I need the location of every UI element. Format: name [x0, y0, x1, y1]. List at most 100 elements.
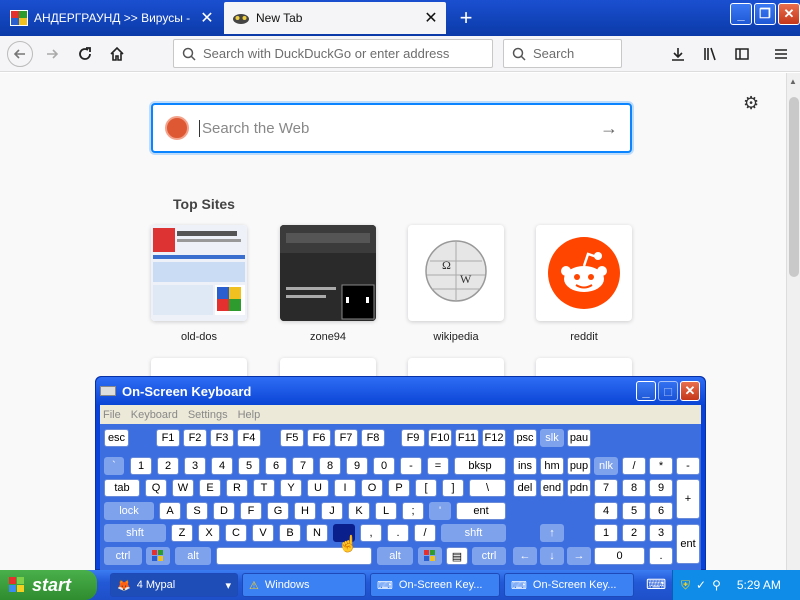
- top-site-zone94[interactable]: zone94: [280, 225, 376, 343]
- key-f12[interactable]: F12: [482, 429, 506, 447]
- key-kp-4[interactable]: 4: [594, 502, 618, 520]
- key-f5[interactable]: F5: [280, 429, 304, 447]
- key-kp-5[interactable]: 5: [622, 502, 646, 520]
- key-kp-9[interactable]: 9: [649, 479, 673, 497]
- osk-close-button[interactable]: ✕: [680, 381, 700, 401]
- key-backslash[interactable]: \: [469, 479, 506, 497]
- scroll-thumb[interactable]: [789, 97, 799, 277]
- key-kp-dot[interactable]: .: [649, 547, 673, 565]
- key-hm[interactable]: hm: [540, 457, 564, 475]
- key-right-ctrl[interactable]: ctrl: [472, 547, 506, 565]
- key-quote[interactable]: ': [429, 502, 451, 520]
- restore-button[interactable]: ❐: [754, 3, 776, 25]
- key-a[interactable]: A: [159, 502, 181, 520]
- key-kp-slash[interactable]: /: [622, 457, 646, 475]
- key-j[interactable]: J: [321, 502, 343, 520]
- security-shield-icon[interactable]: ⛨: [681, 578, 690, 593]
- key-3[interactable]: 3: [184, 457, 206, 475]
- close-tab-icon[interactable]: ✕: [424, 8, 438, 28]
- key-right-alt[interactable]: alt: [377, 547, 413, 565]
- key-i[interactable]: I: [334, 479, 356, 497]
- key-period[interactable]: .: [387, 524, 409, 542]
- web-search-box[interactable]: Search the Web →: [151, 103, 632, 153]
- minimize-button[interactable]: _: [730, 3, 752, 25]
- key-kp-star[interactable]: *: [649, 457, 673, 475]
- key-f9[interactable]: F9: [401, 429, 425, 447]
- key-slk[interactable]: slk: [540, 429, 564, 447]
- windows-logo-icon[interactable]: [418, 547, 442, 565]
- key-e[interactable]: E: [199, 479, 221, 497]
- key-caps-lock[interactable]: lock: [104, 502, 154, 520]
- home-button[interactable]: [104, 41, 130, 67]
- scroll-up-icon[interactable]: ▲: [789, 77, 797, 86]
- gear-icon[interactable]: ⚙: [743, 93, 759, 114]
- page-scrollbar[interactable]: ▲: [786, 73, 800, 570]
- key-left-shift[interactable]: shft: [104, 524, 166, 542]
- forward-button[interactable]: [39, 41, 65, 67]
- key-kp-7[interactable]: 7: [594, 479, 618, 497]
- windows-logo-icon[interactable]: [146, 547, 170, 565]
- key-kp-8[interactable]: 8: [622, 479, 646, 497]
- key-l[interactable]: L: [375, 502, 397, 520]
- key-f8[interactable]: F8: [361, 429, 385, 447]
- key-c[interactable]: C: [225, 524, 247, 542]
- key-z[interactable]: Z: [171, 524, 193, 542]
- key-t[interactable]: T: [253, 479, 275, 497]
- key-f2[interactable]: F2: [183, 429, 207, 447]
- key-esc[interactable]: esc: [104, 429, 129, 447]
- key-kp-minus[interactable]: -: [676, 457, 700, 475]
- search-go-arrow-icon[interactable]: →: [600, 118, 618, 139]
- key-u[interactable]: U: [307, 479, 329, 497]
- key-g[interactable]: G: [267, 502, 289, 520]
- key-backspace[interactable]: bksp: [454, 457, 506, 475]
- key-s[interactable]: S: [186, 502, 208, 520]
- taskbar-button-windows[interactable]: ⚠ Windows: [242, 573, 366, 597]
- key-tab[interactable]: tab: [104, 479, 140, 497]
- key-8[interactable]: 8: [319, 457, 341, 475]
- key-arrow-right-icon[interactable]: →: [567, 547, 591, 565]
- key-q[interactable]: Q: [145, 479, 167, 497]
- key-slash[interactable]: /: [414, 524, 436, 542]
- key-kp-0[interactable]: 0: [594, 547, 645, 565]
- key-r[interactable]: R: [226, 479, 248, 497]
- close-window-button[interactable]: ✕: [778, 3, 800, 25]
- key-b[interactable]: B: [279, 524, 301, 542]
- clock[interactable]: 5:29 AM: [737, 578, 781, 592]
- key-f4[interactable]: F4: [237, 429, 261, 447]
- key-psc[interactable]: psc: [513, 429, 537, 447]
- key-pau[interactable]: pau: [567, 429, 591, 447]
- key-kp-2[interactable]: 2: [622, 524, 646, 542]
- key-n[interactable]: N: [306, 524, 328, 542]
- key-w[interactable]: W: [172, 479, 194, 497]
- key-h[interactable]: H: [294, 502, 316, 520]
- key-7[interactable]: 7: [292, 457, 314, 475]
- key-f11[interactable]: F11: [455, 429, 479, 447]
- key-kp-enter[interactable]: ent: [676, 524, 700, 564]
- key-right-shift[interactable]: shft: [441, 524, 506, 542]
- top-site-reddit[interactable]: reddit: [536, 225, 632, 343]
- key-f3[interactable]: F3: [210, 429, 234, 447]
- key-kp-1[interactable]: 1: [594, 524, 618, 542]
- key-0[interactable]: 0: [373, 457, 395, 475]
- key-left-ctrl[interactable]: ctrl: [104, 547, 142, 565]
- tab-new-tab[interactable]: New Tab ✕: [224, 2, 446, 34]
- tab-undergraund[interactable]: АНДЕРГРАУНД >> Вирусы - Стр ✕: [2, 2, 222, 34]
- key-k[interactable]: K: [348, 502, 370, 520]
- key-enter[interactable]: ent: [456, 502, 506, 520]
- key-1[interactable]: 1: [130, 457, 152, 475]
- keyboard-tray-icon[interactable]: ⌨: [646, 576, 666, 593]
- key-ins[interactable]: ins: [513, 457, 537, 475]
- osk-maximize-button[interactable]: □: [658, 381, 678, 401]
- menu-settings[interactable]: Settings: [188, 409, 228, 421]
- key-arrow-down-icon[interactable]: ↓: [540, 547, 564, 565]
- key-f[interactable]: F: [240, 502, 262, 520]
- key-end[interactable]: end: [540, 479, 564, 497]
- key-2[interactable]: 2: [157, 457, 179, 475]
- key-del[interactable]: del: [513, 479, 537, 497]
- key-f7[interactable]: F7: [334, 429, 358, 447]
- taskbar-button-osk-2[interactable]: ⌨ On-Screen Key...: [504, 573, 634, 597]
- key-kp-6[interactable]: 6: [649, 502, 673, 520]
- sidebar-button[interactable]: [729, 41, 755, 67]
- key-p[interactable]: P: [388, 479, 410, 497]
- key-kp-3[interactable]: 3: [649, 524, 673, 542]
